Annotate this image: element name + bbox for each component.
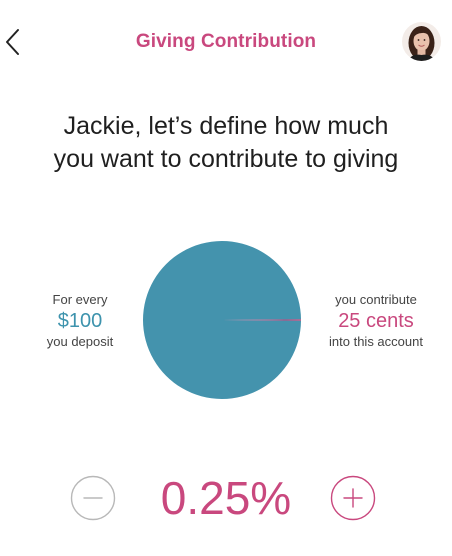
minus-circle-icon <box>70 475 116 521</box>
deposit-info: For every $100 you deposit <box>20 292 140 350</box>
user-avatar[interactable] <box>402 22 441 61</box>
contribution-pie-chart <box>143 241 301 399</box>
contribution-percent: 0.25% <box>160 472 292 524</box>
plus-circle-icon <box>330 475 376 521</box>
deposit-prefix: For every <box>52 292 108 307</box>
page-title: Giving Contribution <box>135 31 317 52</box>
increase-button[interactable] <box>330 475 376 521</box>
deposit-amount: $100 <box>57 310 103 332</box>
contribution-amount: 25 cents <box>338 310 414 332</box>
headline: Jackie, let’s define how much you want t… <box>0 110 452 176</box>
contribution-info: you contribute 25 cents into this accoun… <box>310 292 442 350</box>
headline-line-1: Jackie, let’s define how much <box>63 112 389 140</box>
decrease-button[interactable] <box>70 475 116 521</box>
deposit-suffix: you deposit <box>46 334 114 349</box>
contribution-prefix: you contribute <box>335 292 417 307</box>
contribution-suffix: into this account <box>329 334 423 349</box>
headline-line-2: you want to contribute to giving <box>53 145 399 173</box>
